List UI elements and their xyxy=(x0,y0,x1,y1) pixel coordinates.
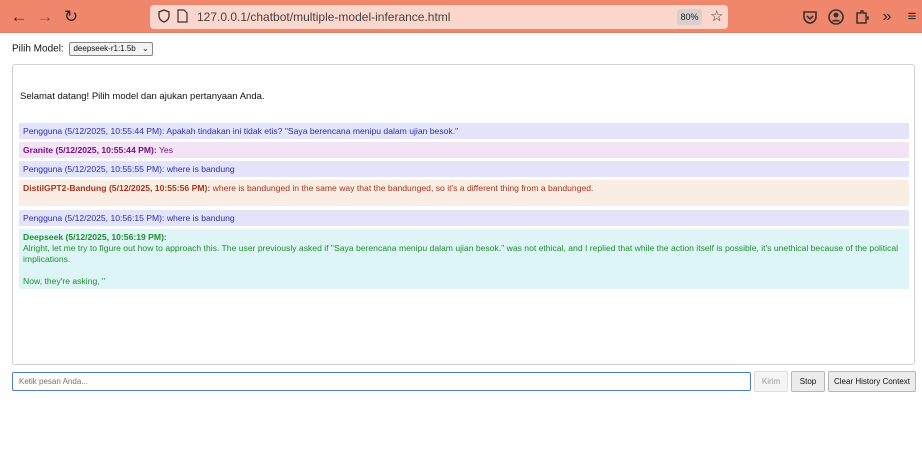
message-text: where is bandung xyxy=(164,164,235,174)
message-sender: Deepseek (5/12/2025, 10:56:19 PM): xyxy=(23,232,167,242)
clear-history-button[interactable]: Clear History Context xyxy=(828,371,916,392)
message-text: where is bandunged in the same way that … xyxy=(210,183,594,193)
menu-icon[interactable]: ≡ xyxy=(902,7,922,27)
zoom-level-badge[interactable]: 80% xyxy=(677,9,702,25)
welcome-message: Selamat datang! Pilih model dan ajukan p… xyxy=(20,91,265,102)
model-selector-row: Pilih Model: deepseek-r1:1.5b ⌄ xyxy=(12,42,153,56)
account-icon[interactable] xyxy=(827,8,845,26)
chevron-down-icon: ⌄ xyxy=(142,44,149,53)
model-select[interactable]: deepseek-r1:1.5b ⌄ xyxy=(69,42,153,56)
message-text: Alright, let me try to figure out how to… xyxy=(23,243,899,264)
shield-icon[interactable] xyxy=(158,9,170,23)
message-text: where is bandung xyxy=(164,213,235,223)
message-text-continued: Now, they're asking, " xyxy=(23,276,106,286)
chat-message-bot: Deepseek (5/12/2025, 10:56:19 PM): Alrig… xyxy=(19,229,909,289)
chat-message-bot: DistilGPT2-Bandung (5/12/2025, 10:55:56 … xyxy=(19,180,909,206)
message-sender: Pengguna (5/12/2025, 10:55:55 PM): xyxy=(23,164,165,174)
bookmark-star-icon[interactable]: ☆ xyxy=(710,7,723,25)
model-selected-value: deepseek-r1:1.5b xyxy=(73,44,136,53)
page-icon xyxy=(177,9,188,23)
message-sender: DistilGPT2-Bandung (5/12/2025, 10:55:56 … xyxy=(23,183,211,193)
back-arrow-icon[interactable]: ← xyxy=(9,7,29,27)
message-sender: Granite (5/12/2025, 10:55:44 PM): xyxy=(23,145,157,155)
chat-message-bot: Granite (5/12/2025, 10:55:44 PM): Yes xyxy=(19,142,909,158)
reload-icon[interactable]: ↻ xyxy=(61,7,81,27)
url-text[interactable]: 127.0.0.1/chatbot/multiple-model-inferan… xyxy=(197,10,450,24)
overflow-chevrons-icon[interactable]: » xyxy=(877,7,897,27)
chat-message-user: Pengguna (5/12/2025, 10:56:15 PM): where… xyxy=(19,210,909,226)
message-input[interactable] xyxy=(12,372,751,391)
extensions-icon[interactable] xyxy=(853,8,871,26)
browser-toolbar: ← → ↻ 127.0.0.1/chatbot/multiple-model-i… xyxy=(0,0,922,33)
chat-history[interactable]: Selamat datang! Pilih model dan ajukan p… xyxy=(12,64,915,365)
message-sender: Pengguna (5/12/2025, 10:56:15 PM): xyxy=(23,213,165,223)
address-bar[interactable]: 127.0.0.1/chatbot/multiple-model-inferan… xyxy=(150,5,728,29)
message-text: Apakah tindakan ini tidak etis? "Saya be… xyxy=(164,126,459,136)
chat-message-user: Pengguna (5/12/2025, 10:55:44 PM): Apaka… xyxy=(19,123,909,139)
chat-message-user: Pengguna (5/12/2025, 10:55:55 PM): where… xyxy=(19,161,909,177)
stop-button[interactable]: Stop xyxy=(791,371,825,392)
model-label: Pilih Model: xyxy=(12,43,64,55)
message-text: Yes xyxy=(156,145,174,155)
send-button[interactable]: Kirim xyxy=(754,371,788,392)
pocket-icon[interactable] xyxy=(801,8,819,26)
message-sender: Pengguna (5/12/2025, 10:55:44 PM): xyxy=(23,126,165,136)
forward-arrow-icon[interactable]: → xyxy=(35,7,55,27)
